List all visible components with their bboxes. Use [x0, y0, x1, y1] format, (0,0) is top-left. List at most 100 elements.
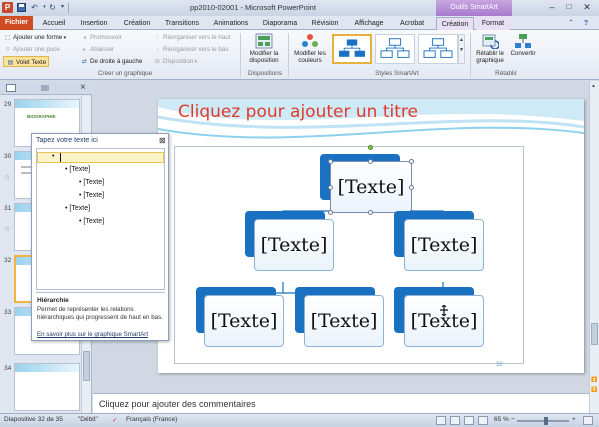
help-icon[interactable]: ? — [580, 17, 592, 30]
tab-fichier[interactable]: Fichier — [0, 16, 33, 30]
smartart-node-level1[interactable]: [Texte] — [254, 219, 334, 271]
resize-handle[interactable] — [328, 210, 333, 215]
text-pane-item[interactable]: • — [37, 152, 164, 163]
scrollbar-thumb[interactable] — [591, 323, 598, 345]
smartart-node-root[interactable]: [Texte] — [330, 161, 412, 213]
move-up-button[interactable]: ↑ Réorganiser vers le haut — [153, 32, 230, 43]
zoom-level[interactable]: 65 % — [494, 416, 509, 423]
tab-format[interactable]: Format — [476, 17, 510, 30]
layout-button[interactable]: ⊞ Disposition ▾ — [153, 56, 197, 67]
tab-acrobat[interactable]: Acrobat — [394, 17, 430, 30]
close-icon[interactable]: × — [80, 82, 86, 93]
spellcheck-icon[interactable]: ✓ — [112, 416, 117, 424]
smartart-node-level2[interactable]: [Texte] — [204, 295, 284, 347]
text-pane-item[interactable]: • [Texte] — [79, 218, 104, 225]
slide-number: 33 — [4, 309, 12, 316]
smartart-node-level2[interactable]: [Texte] — [304, 295, 384, 347]
resize-handle[interactable] — [368, 159, 373, 164]
text-pane-item[interactable]: • [Texte] — [79, 179, 104, 186]
reset-graphic-button[interactable]: Rétablir le graphique — [472, 33, 508, 64]
demote-button[interactable]: ▸ Abaisser — [80, 44, 114, 55]
smartart-style-2[interactable] — [375, 34, 415, 64]
text-pane-button[interactable]: ▤ Volet Texte — [3, 56, 50, 67]
notes-placeholder[interactable]: Cliquez pour ajouter des commentaires — [99, 399, 256, 409]
gallery-up-icon[interactable]: ▲ — [459, 37, 464, 43]
convert-button[interactable]: Convertir — [508, 33, 538, 57]
zoom-slider-thumb[interactable] — [544, 417, 549, 425]
promote-button[interactable]: ◂ Promouvoir — [80, 32, 122, 43]
text-pane-item[interactable]: • [Texte] — [65, 166, 90, 173]
previous-slide-icon[interactable]: ⏫ — [591, 377, 597, 383]
resize-handle[interactable] — [328, 185, 333, 190]
normal-view-icon[interactable] — [436, 416, 446, 425]
theme-name[interactable]: "Débit" — [78, 416, 98, 423]
text-pane-list[interactable]: • • [Texte] • [Texte] • [Texte] • [Texte… — [36, 148, 165, 290]
resize-handle[interactable] — [409, 159, 414, 164]
slides-tab-icon[interactable] — [6, 84, 16, 92]
text-pane-item[interactable]: • [Texte] — [65, 205, 90, 212]
tab-affichage[interactable]: Affichage — [348, 17, 390, 30]
close-icon[interactable]: ✕ — [580, 2, 594, 13]
smartart-node-level1[interactable]: [Texte] — [404, 219, 484, 271]
add-bullet-button[interactable]: ≡ Ajouter une puce — [3, 44, 60, 55]
redo-icon[interactable]: ↻ — [48, 3, 57, 12]
smartart-node-level2[interactable]: [Texte] — [404, 295, 484, 347]
move-down-button[interactable]: ↓ Réorganiser vers le bas — [153, 44, 228, 55]
tab-revision[interactable]: Révision — [306, 17, 344, 30]
demote-label: Abaisser — [90, 46, 115, 53]
gallery-more-icon[interactable]: ▼ — [459, 47, 464, 53]
zoom-in-icon[interactable]: + — [572, 416, 576, 423]
text-pane-label: Volet Texte — [16, 59, 47, 66]
change-colors-button[interactable]: Modifier les couleurs — [290, 33, 330, 64]
rotation-handle[interactable] — [368, 145, 373, 150]
tab-accueil[interactable]: Accueil — [37, 17, 71, 30]
resize-handle[interactable] — [409, 185, 414, 190]
resize-handle[interactable] — [328, 159, 333, 164]
outline-tab-icon[interactable] — [40, 84, 50, 92]
minimize-icon[interactable]: – — [545, 2, 559, 13]
change-layout-button[interactable]: Modifier la disposition — [243, 33, 285, 64]
tab-creation[interactable]: Création — [118, 17, 156, 30]
scroll-up-icon[interactable]: ▲ — [591, 83, 596, 89]
resize-handle[interactable] — [368, 210, 373, 215]
qat-separator — [68, 3, 69, 13]
smartart-text-pane[interactable]: Tapez votre texte ici ⊠ • • [Texte] • [T… — [31, 133, 169, 341]
layouts-group-label: Dispositions — [248, 70, 282, 77]
powerpoint-app-icon[interactable]: P — [2, 2, 13, 13]
learn-more-link[interactable]: En savoir plus sur le graphique SmartArt — [37, 331, 148, 338]
tab-smartart-creation[interactable]: Création — [436, 17, 474, 31]
save-icon[interactable] — [17, 3, 26, 12]
fit-slide-icon[interactable] — [583, 416, 593, 425]
notes-pane[interactable]: Cliquez pour ajouter des commentaires — [93, 393, 589, 413]
language-indicator[interactable]: Français (France) — [126, 416, 177, 423]
undo-icon[interactable]: ↶ — [30, 3, 39, 12]
smartart-style-1[interactable] — [332, 34, 372, 64]
reading-view-icon[interactable] — [464, 416, 474, 425]
text-pane-title: Tapez votre texte ici — [36, 137, 98, 144]
customize-icon[interactable]: ▾ — [58, 3, 67, 12]
tab-animations[interactable]: Animations — [208, 17, 254, 30]
slideshow-icon[interactable] — [478, 416, 488, 425]
demote-arrow-icon: ▸ — [82, 46, 87, 53]
zoom-slider[interactable] — [517, 417, 569, 425]
text-pane-item[interactable]: • [Texte] — [79, 192, 104, 199]
right-to-left-button[interactable]: ⇄ De droite à gauche — [80, 56, 142, 67]
slide-canvas[interactable]: Cliquez pour ajouter un titre [Texte] [T… — [158, 99, 584, 373]
smartart-style-3[interactable] — [418, 34, 458, 64]
editor-vertical-scrollbar[interactable]: ▲ ⏫ ⏬ — [589, 81, 599, 413]
next-slide-icon[interactable]: ⏬ — [591, 387, 597, 393]
close-icon[interactable]: ⊠ — [159, 136, 166, 145]
convert-label: Convertir — [510, 50, 536, 57]
gallery-scroll[interactable]: ▲ ▼ — [458, 34, 465, 64]
slide-thumbnail-34[interactable] — [14, 363, 80, 411]
maximize-icon[interactable]: □ — [562, 2, 576, 13]
tab-diaporama[interactable]: Diaporama — [258, 17, 302, 30]
tab-transitions[interactable]: Transitions — [160, 17, 204, 30]
text-pane-item-text: [Texte] — [69, 205, 91, 212]
scrollbar-thumb[interactable] — [83, 351, 90, 381]
zoom-out-icon[interactable]: − — [511, 416, 515, 423]
slide-sorter-icon[interactable] — [450, 416, 460, 425]
minimize-ribbon-icon[interactable]: ⌃ — [566, 17, 576, 30]
add-shape-button[interactable]: ⬚ Ajouter une forme ▾ — [3, 32, 67, 43]
tab-insertion[interactable]: Insertion — [75, 17, 113, 30]
